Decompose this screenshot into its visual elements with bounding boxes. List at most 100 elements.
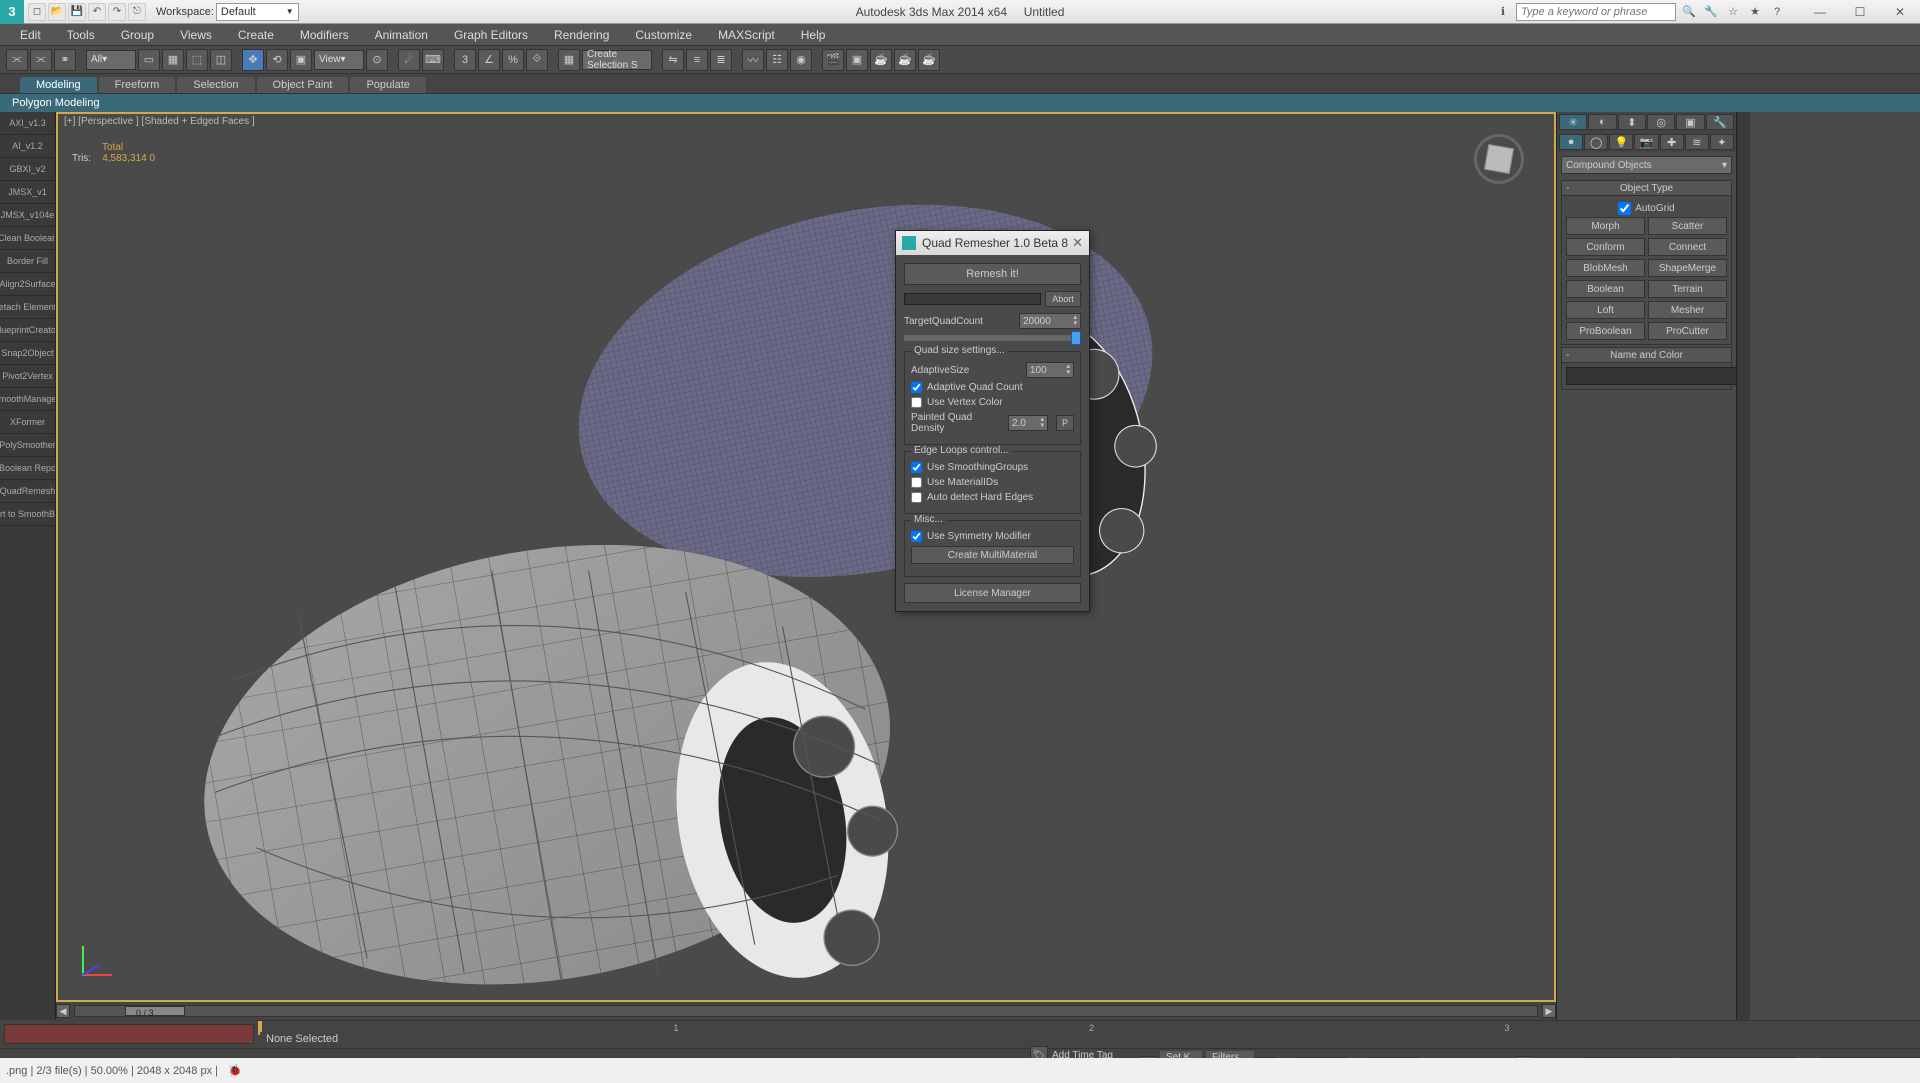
blobmesh-button[interactable]: BlobMesh xyxy=(1566,259,1645,277)
script-button[interactable]: QuadRemesh xyxy=(0,480,55,503)
timeline-left[interactable] xyxy=(4,1024,254,1044)
open-icon[interactable]: 📂 xyxy=(48,3,66,21)
menu-help[interactable]: Help xyxy=(801,28,826,42)
license-manager-button[interactable]: License Manager xyxy=(904,583,1081,603)
spacewarps-icon[interactable]: ≋ xyxy=(1685,134,1709,150)
script-button[interactable]: Pivot2Vertex xyxy=(0,365,55,388)
help-icon[interactable]: ? xyxy=(1768,3,1786,21)
render-frame-icon[interactable]: ▣ xyxy=(846,49,868,71)
rotate-icon[interactable]: ⟲ xyxy=(266,49,288,71)
percent-snap-icon[interactable]: % xyxy=(502,49,524,71)
save-icon[interactable]: 💾 xyxy=(68,3,86,21)
hard-edges-checkbox[interactable] xyxy=(911,492,922,503)
menu-tools[interactable]: Tools xyxy=(67,28,95,42)
object-name-input[interactable] xyxy=(1566,367,1745,385)
taskbar-app-icon[interactable]: 🐞 xyxy=(228,1064,242,1077)
render-icon[interactable]: ☕ xyxy=(870,49,892,71)
script-button[interactable]: Align2Surface xyxy=(0,273,55,296)
helpers-icon[interactable]: ✚ xyxy=(1660,134,1684,150)
move-icon[interactable]: ✥ xyxy=(242,49,264,71)
p-button[interactable]: P xyxy=(1056,415,1074,431)
remesh-button[interactable]: Remesh it! xyxy=(904,263,1081,285)
menu-modifiers[interactable]: Modifiers xyxy=(300,28,349,42)
script-button[interactable]: lueprintCreato xyxy=(0,319,55,342)
menu-customize[interactable]: Customize xyxy=(635,28,692,42)
smoothing-groups-checkbox[interactable] xyxy=(911,462,922,473)
tab-modeling[interactable]: Modeling xyxy=(20,77,97,93)
undo-icon[interactable]: ↶ xyxy=(88,3,106,21)
menu-group[interactable]: Group xyxy=(121,28,154,42)
modify-tab-icon[interactable]: ◐ xyxy=(1588,114,1616,130)
pivot-icon[interactable]: ⊙ xyxy=(366,49,388,71)
display-tab-icon[interactable]: ▣ xyxy=(1676,114,1704,130)
keyboard-icon[interactable]: ⌨ xyxy=(422,49,444,71)
utilities-tab-icon[interactable]: 🔧 xyxy=(1706,114,1734,130)
select-name-icon[interactable]: ▦ xyxy=(162,49,184,71)
object-type-header[interactable]: -Object Type xyxy=(1561,180,1732,196)
materialids-checkbox[interactable] xyxy=(911,477,922,488)
render-setup-icon[interactable]: 🎬 xyxy=(822,49,844,71)
boolean-button[interactable]: Boolean xyxy=(1566,280,1645,298)
loft-button[interactable]: Loft xyxy=(1566,301,1645,319)
named-sel-icon[interactable]: ▦ xyxy=(558,49,580,71)
painted-density-spinner[interactable]: 2.0▴▾ xyxy=(1008,415,1048,431)
unlink-icon[interactable]: ⫘ xyxy=(30,49,52,71)
proboolean-button[interactable]: ProBoolean xyxy=(1566,322,1645,340)
script-button[interactable]: Boolean Repo xyxy=(0,457,55,480)
category-dropdown[interactable]: Compound Objects▾ xyxy=(1561,156,1732,174)
star-icon[interactable]: ☆ xyxy=(1724,3,1742,21)
script-button[interactable]: moothManage xyxy=(0,388,55,411)
mirror-icon[interactable]: ⇋ xyxy=(662,49,684,71)
tab-populate[interactable]: Populate xyxy=(350,77,425,93)
maximize-button[interactable]: ☐ xyxy=(1840,0,1880,24)
script-button[interactable]: AI_v1.2 xyxy=(0,135,55,158)
create-multimaterial-button[interactable]: Create MultiMaterial xyxy=(911,546,1074,564)
menu-create[interactable]: Create xyxy=(238,28,274,42)
slider-handle[interactable]: 0 / 3 xyxy=(125,1006,185,1016)
morph-button[interactable]: Morph xyxy=(1566,217,1645,235)
panel-scrollbar[interactable] xyxy=(1736,112,1750,1020)
name-color-header[interactable]: -Name and Color xyxy=(1561,347,1732,363)
tab-freeform[interactable]: Freeform xyxy=(99,77,176,93)
shapemerge-button[interactable]: ShapeMerge xyxy=(1648,259,1727,277)
align-icon[interactable]: ≡ xyxy=(686,49,708,71)
tab-objectpaint[interactable]: Object Paint xyxy=(257,77,349,93)
scatter-button[interactable]: Scatter xyxy=(1648,217,1727,235)
procutter-button[interactable]: ProCutter xyxy=(1648,322,1727,340)
schematic-icon[interactable]: ☷ xyxy=(766,49,788,71)
target-quad-spinner[interactable]: 20000▴▾ xyxy=(1019,313,1081,329)
quad-remesher-dialog[interactable]: Quad Remesher 1.0 Beta 8 ✕ Remesh it! Ab… xyxy=(895,230,1090,612)
tab-selection[interactable]: Selection xyxy=(177,77,254,93)
angle-snap-icon[interactable]: ∠ xyxy=(478,49,500,71)
redo-icon[interactable]: ↷ xyxy=(108,3,126,21)
script-button[interactable]: Border Fill xyxy=(0,250,55,273)
target-quad-slider[interactable] xyxy=(904,335,1081,341)
select-icon[interactable]: ▭ xyxy=(138,49,160,71)
terrain-button[interactable]: Terrain xyxy=(1648,280,1727,298)
motion-tab-icon[interactable]: ◎ xyxy=(1647,114,1675,130)
script-button[interactable]: Clean Boolean xyxy=(0,227,55,250)
search-input[interactable] xyxy=(1516,3,1676,21)
time-slider-mini[interactable]: ◀ 0 / 3 ▶ xyxy=(56,1002,1556,1020)
named-sel-dropdown[interactable]: Create Selection S xyxy=(582,50,652,70)
lights-icon[interactable]: 💡 xyxy=(1609,134,1633,150)
menu-maxscript[interactable]: MAXScript xyxy=(718,28,775,42)
select-window-icon[interactable]: ◫ xyxy=(210,49,232,71)
abort-button[interactable]: Abort xyxy=(1045,291,1081,307)
selection-filter-dropdown[interactable]: All ▾ xyxy=(86,50,136,70)
close-icon[interactable]: ✕ xyxy=(1072,235,1083,251)
viewport[interactable]: [+] [Perspective ] [Shaded + Edged Faces… xyxy=(56,112,1556,1002)
search-icon[interactable]: 🔍 xyxy=(1680,3,1698,21)
menu-animation[interactable]: Animation xyxy=(375,28,428,42)
menu-edit[interactable]: Edit xyxy=(20,28,41,42)
script-button[interactable]: GBXI_v2 xyxy=(0,158,55,181)
curve-editor-icon[interactable]: 〰 xyxy=(742,49,764,71)
cameras-icon[interactable]: 📷 xyxy=(1634,134,1658,150)
viewcube[interactable] xyxy=(1474,134,1524,184)
script-button[interactable]: Snap2Object xyxy=(0,342,55,365)
star2-icon[interactable]: ★ xyxy=(1746,3,1764,21)
link-icon[interactable]: ⫘ xyxy=(6,49,28,71)
menu-views[interactable]: Views xyxy=(180,28,212,42)
geometry-icon[interactable]: ● xyxy=(1559,134,1583,150)
hierarchy-tab-icon[interactable]: ⬍ xyxy=(1618,114,1646,130)
